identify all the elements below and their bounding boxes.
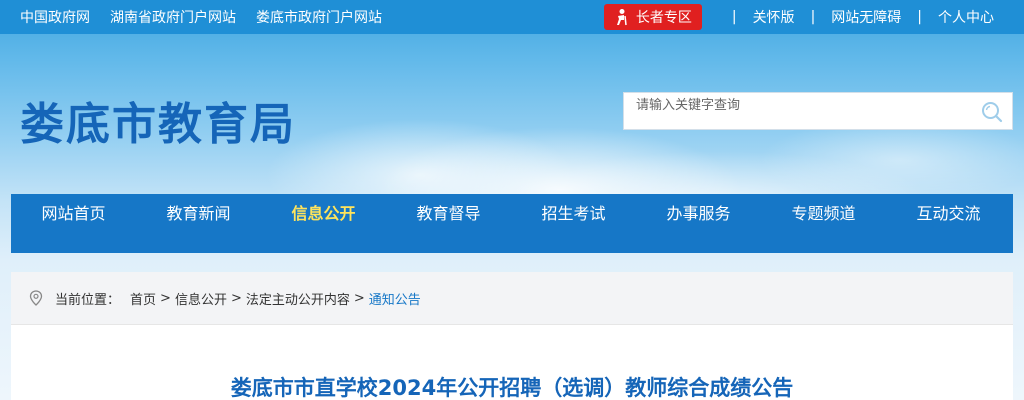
separator: | xyxy=(731,9,737,25)
nav-item-enrollment[interactable]: 招生考试 xyxy=(511,200,636,224)
search-box xyxy=(623,92,1013,130)
separator: | xyxy=(917,9,922,25)
search-input[interactable] xyxy=(624,93,974,129)
nav-item-services[interactable]: 办事服务 xyxy=(636,200,761,224)
nav-item-info-disclosure[interactable]: 信息公开 xyxy=(261,200,386,224)
breadcrumb-home[interactable]: 首页 xyxy=(130,289,156,308)
breadcrumb-notices[interactable]: 通知公告 xyxy=(369,289,421,308)
elder-zone-label: 长者专区 xyxy=(635,10,692,26)
elder-icon xyxy=(616,9,627,26)
breadcrumb-arrow: > xyxy=(353,290,365,306)
separator: | xyxy=(810,9,816,25)
nav-item-news[interactable]: 教育新闻 xyxy=(136,200,261,224)
top-links: 中国政府网 湖南省政府门户网站 娄底市政府门户网站 xyxy=(20,0,382,34)
search-icon[interactable] xyxy=(980,100,1004,124)
link-care-version[interactable]: 关怀版 xyxy=(753,7,795,27)
breadcrumb-info-disclosure[interactable]: 信息公开 xyxy=(175,289,227,308)
nav-item-interaction[interactable]: 互动交流 xyxy=(886,200,1011,224)
article-title: 娄底市市直学校2024年公开招聘（选调）教师综合成绩公告 xyxy=(230,376,794,400)
breadcrumb-statutory[interactable]: 法定主动公开内容 xyxy=(246,289,350,308)
main-nav: 网站首页 教育新闻 信息公开 教育督导 招生考试 办事服务 专题频道 互动交流 xyxy=(11,194,1013,253)
link-hunan-gov[interactable]: 湖南省政府门户网站 xyxy=(110,7,236,27)
top-right-links: 长者专区 | 关怀版 | 网站无障碍 | 个人中心 xyxy=(603,0,994,34)
elder-zone-button[interactable]: 长者专区 xyxy=(603,4,702,30)
link-gov-cn[interactable]: 中国政府网 xyxy=(20,7,90,27)
breadcrumb: 当前位置： 首页 > 信息公开 > 法定主动公开内容 > 通知公告 xyxy=(11,272,1013,325)
content-card: 当前位置： 首页 > 信息公开 > 法定主动公开内容 > 通知公告 娄底市市直学… xyxy=(11,272,1013,400)
location-pin-icon xyxy=(29,290,43,306)
breadcrumb-label: 当前位置： xyxy=(55,292,121,308)
nav-item-home[interactable]: 网站首页 xyxy=(11,200,136,224)
link-loudi-gov[interactable]: 娄底市政府门户网站 xyxy=(256,7,382,27)
site-logo-title[interactable]: 娄底市教育局 xyxy=(20,88,296,152)
link-personal-center[interactable]: 个人中心 xyxy=(938,7,994,27)
breadcrumb-arrow: > xyxy=(160,290,171,306)
nav-item-supervision[interactable]: 教育督导 xyxy=(386,200,511,224)
breadcrumb-arrow: > xyxy=(230,290,242,306)
nav-item-topics[interactable]: 专题频道 xyxy=(761,200,886,224)
link-accessibility[interactable]: 网站无障碍 xyxy=(831,7,901,27)
top-bar: 中国政府网 湖南省政府门户网站 娄底市政府门户网站 长者专区 | 关怀版 | 网… xyxy=(0,0,1024,34)
